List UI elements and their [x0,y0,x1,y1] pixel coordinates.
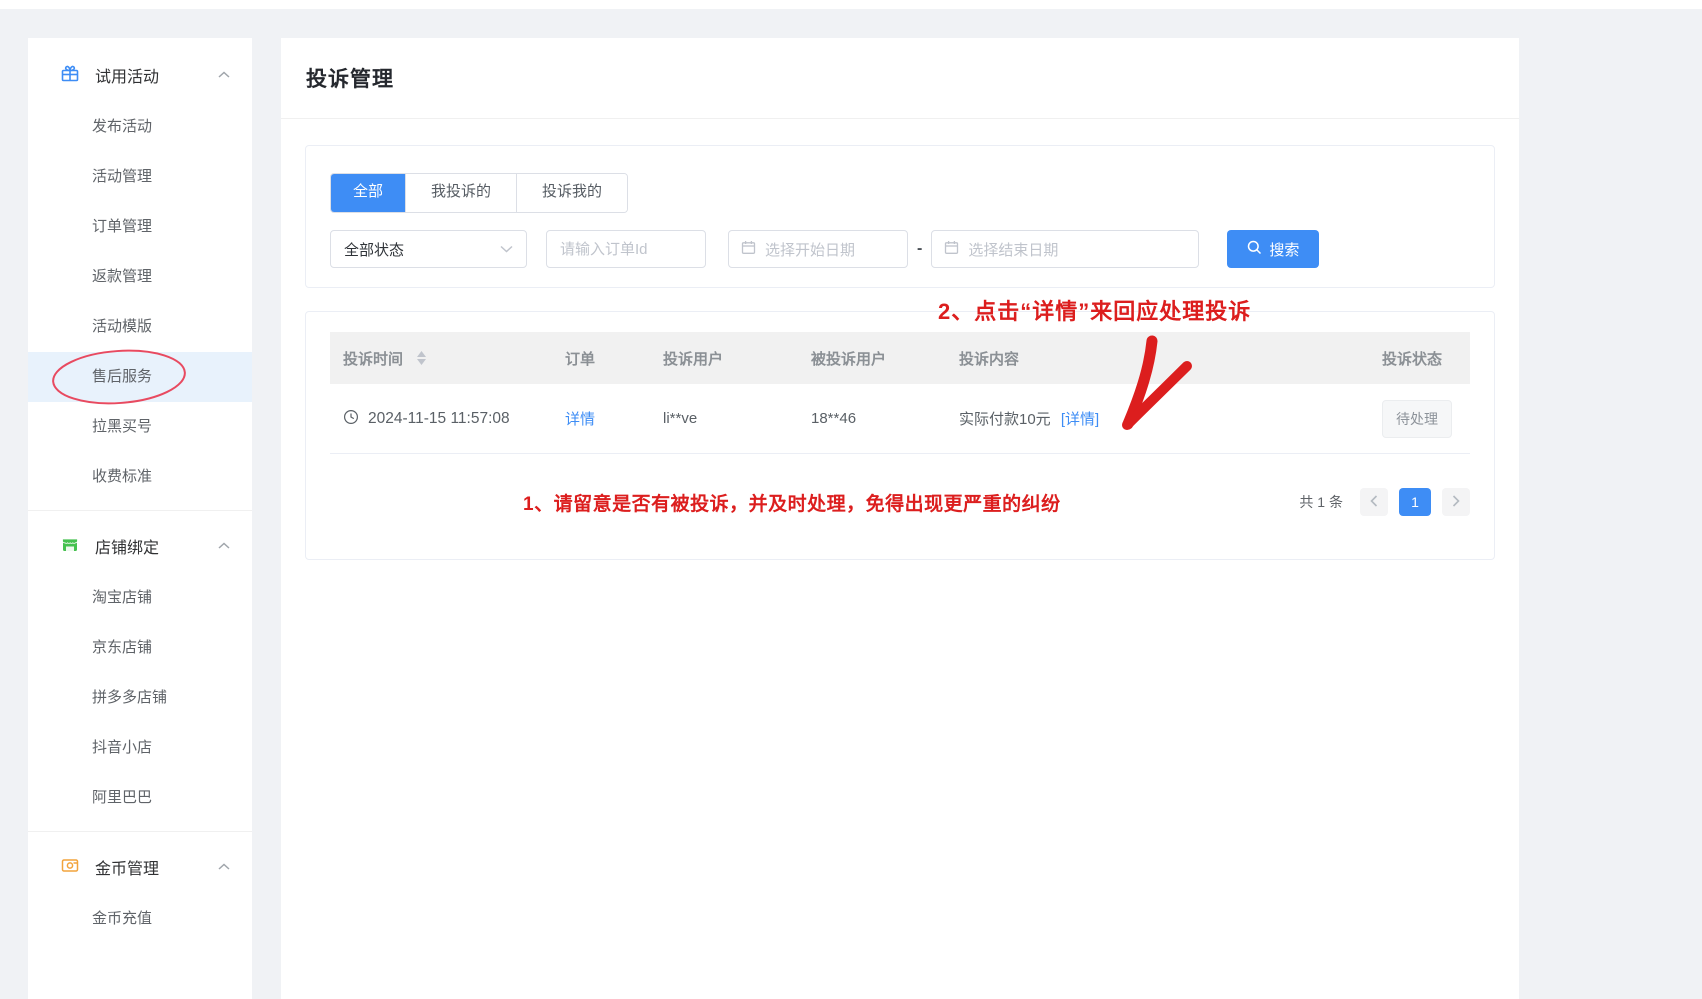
cell-complainant: li**ve [663,410,811,427]
search-button-label: 搜索 [1269,239,1299,260]
pagination: 共 1 条 1 [1299,488,1470,516]
complaint-time: 2024-11-15 11:57:08 [368,410,510,428]
coin-icon [60,855,80,880]
start-date-placeholder: 选择开始日期 [765,239,855,260]
sidebar-item-fee-standard[interactable]: 收费标准 [28,452,252,502]
sidebar-item-douyin-shop[interactable]: 抖音小店 [28,723,252,773]
cell-content: 实际付款10元 [详情] [959,408,1382,429]
sidebar-item-taobao-shop[interactable]: 淘宝店铺 [28,573,252,623]
column-order: 订单 [565,348,663,369]
search-icon [1247,240,1262,259]
chevron-left-icon [1370,495,1378,510]
prev-page-button[interactable] [1360,488,1388,516]
cell-complaint-time: 2024-11-15 11:57:08 [330,409,565,429]
sidebar-group-trial-activities[interactable]: 试用活动 [28,48,252,102]
calendar-icon [741,240,756,259]
column-complaint-time: 投诉时间 [330,348,565,369]
search-button[interactable]: 搜索 [1227,230,1319,268]
filter-row: 全部状态 选择开始日期 - [330,230,1470,268]
sidebar-group-label: 试用活动 [95,63,159,87]
clock-icon [343,409,359,429]
complaint-content: 实际付款10元 [959,411,1051,428]
status-badge: 待处理 [1382,400,1452,438]
order-id-field[interactable] [546,230,706,268]
page-number-button[interactable]: 1 [1399,488,1431,516]
main-panel: 投诉管理 全部 我投诉的 投诉我的 全部状态 [281,38,1519,999]
start-date-picker[interactable]: 选择开始日期 [728,230,908,268]
sidebar-group-label: 店铺绑定 [95,534,159,558]
order-id-input[interactable] [560,241,692,258]
sidebar-group-label: 金币管理 [95,855,159,879]
sidebar-item-activity-template[interactable]: 活动模版 [28,302,252,352]
column-respondent: 被投诉用户 [811,348,959,369]
main-header: 投诉管理 [281,38,1519,119]
tab-group: 全部 我投诉的 投诉我的 [330,173,628,213]
filter-card: 全部 我投诉的 投诉我的 全部状态 [305,145,1495,288]
column-content: 投诉内容 [959,348,1382,369]
sidebar-item-alibaba[interactable]: 阿里巴巴 [28,773,252,823]
chevron-down-icon [500,245,513,253]
sidebar-item-jd-shop[interactable]: 京东店铺 [28,623,252,673]
sidebar-divider [28,831,252,832]
table-header-row: 投诉时间 订单 投诉用户 被投诉用户 投诉内容 投诉状态 [330,332,1470,384]
order-detail-link[interactable]: 详情 [565,411,595,428]
complaint-table-card: 投诉时间 订单 投诉用户 被投诉用户 投诉内容 投诉状态 2024-11-15 … [305,311,1495,560]
calendar-icon [944,240,959,259]
tab-complaints-against-me[interactable]: 投诉我的 [516,174,627,212]
sidebar-divider [28,510,252,511]
sidebar-group-coin-management[interactable]: 金币管理 [28,840,252,894]
annotation-step1: 1、请留意是否有被投诉，并及时处理，免得出现更严重的纠纷 [523,489,1061,516]
sidebar-item-coin-recharge[interactable]: 金币充值 [28,894,252,944]
column-label: 投诉时间 [343,348,403,369]
status-select-value: 全部状态 [344,239,404,260]
page-title: 投诉管理 [306,63,394,93]
sort-icon[interactable] [417,351,426,365]
content-detail-link[interactable]: [详情] [1061,411,1099,428]
sidebar-item-pdd-shop[interactable]: 拼多多店铺 [28,673,252,723]
sidebar-item-activity-management[interactable]: 活动管理 [28,152,252,202]
date-range-separator: - [917,240,922,258]
chevron-up-icon [218,863,230,871]
sidebar-item-refund-management[interactable]: 返款管理 [28,252,252,302]
next-page-button[interactable] [1442,488,1470,516]
table-footer: 1、请留意是否有被投诉，并及时处理，免得出现更严重的纠纷 共 1 条 1 [330,488,1470,516]
column-complainant: 投诉用户 [663,348,811,369]
sidebar-item-order-management[interactable]: 订单管理 [28,202,252,252]
table-row: 2024-11-15 11:57:08 详情 li**ve 18**46 实际付… [330,384,1470,454]
sidebar-group-shop-binding[interactable]: 店铺绑定 [28,519,252,573]
chevron-right-icon [1452,495,1460,510]
tab-all[interactable]: 全部 [331,174,405,212]
end-date-placeholder: 选择结束日期 [968,239,1058,260]
pagination-total: 共 1 条 [1299,492,1343,512]
cell-respondent: 18**46 [811,410,959,427]
chevron-up-icon [218,542,230,550]
gift-icon [60,63,80,88]
top-bar [0,0,1702,9]
sidebar-item-after-sales-service[interactable]: 售后服务 [28,352,252,402]
sidebar-item-blacklist-buyers[interactable]: 拉黑买号 [28,402,252,452]
sidebar: 试用活动 发布活动 活动管理 订单管理 返款管理 活动模版 售后服务 拉黑买号 … [28,38,252,999]
shop-icon [60,534,80,559]
sidebar-item-publish-activity[interactable]: 发布活动 [28,102,252,152]
chevron-up-icon [218,71,230,79]
tab-my-complaints[interactable]: 我投诉的 [405,174,516,212]
column-status: 投诉状态 [1382,348,1470,369]
end-date-picker[interactable]: 选择结束日期 [931,230,1199,268]
annotation-step2: 2、点击“详情”来回应处理投诉 [938,294,1251,326]
status-select[interactable]: 全部状态 [330,230,527,268]
